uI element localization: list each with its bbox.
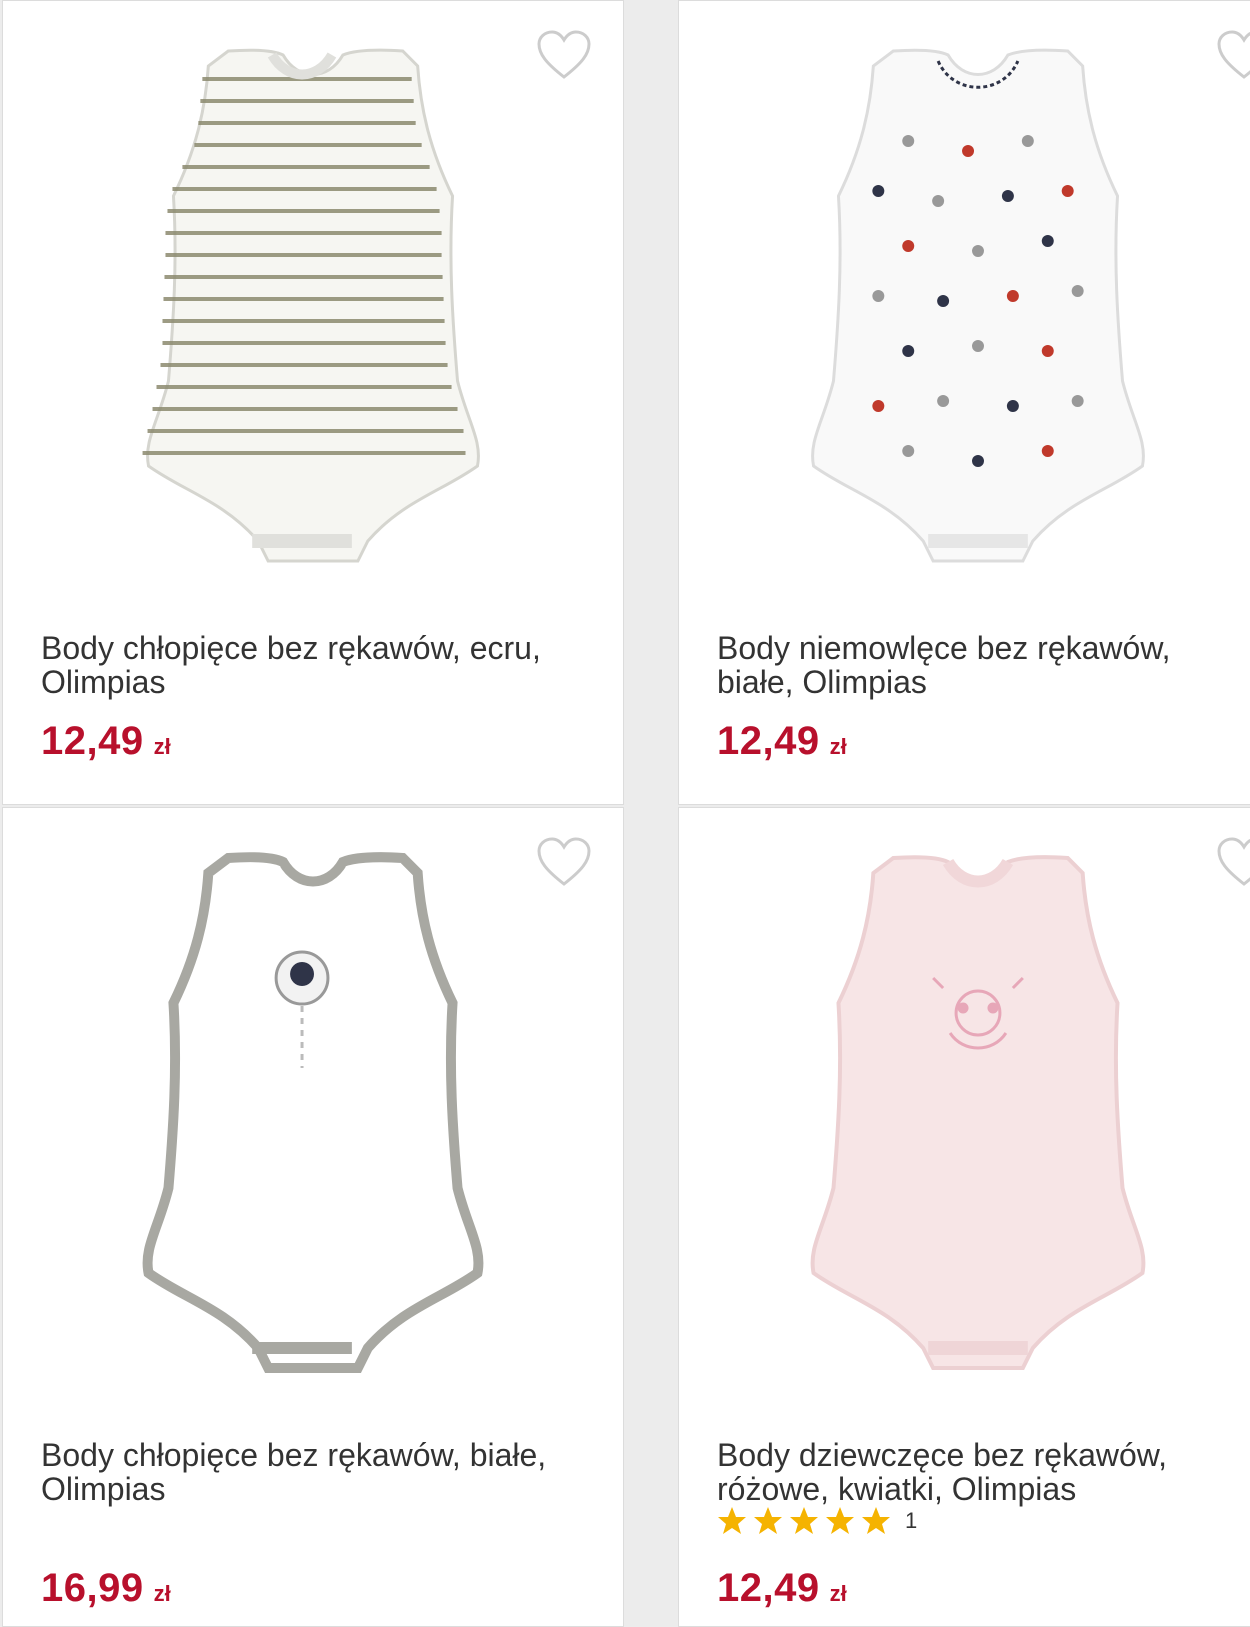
star-rating: 1 [717,1506,917,1536]
price-currency: zł [829,1581,847,1606]
product-card[interactable]: Body chłopięce bez rękawów, białe, Olimp… [2,807,624,1627]
product-image[interactable] [3,828,623,1418]
product-title[interactable]: Body niemowlęce bez rękawów, białe, Olim… [717,631,1247,699]
product-price: 12,49 zł [717,719,847,764]
price-currency: zł [829,734,847,759]
product-title[interactable]: Body dziewczęce bez rękawów, różowe, kwi… [717,1438,1247,1506]
product-price: 12,49 zł [41,719,171,764]
product-image[interactable] [3,21,623,611]
star-icon [754,1507,782,1534]
product-image[interactable] [679,21,1250,611]
rating-count: 1 [905,1508,918,1533]
product-image[interactable] [679,828,1250,1418]
price-currency: zł [153,1581,171,1606]
price-amount: 12,49 [717,719,820,763]
price-currency: zł [153,734,171,759]
price-amount: 16,99 [41,1566,144,1610]
star-icon [790,1507,818,1534]
product-price: 16,99 zł [41,1566,171,1611]
star-icon [862,1507,890,1534]
price-amount: 12,49 [41,719,144,763]
price-amount: 12,49 [717,1566,820,1610]
product-title[interactable]: Body chłopięce bez rękawów, białe, Olimp… [41,1438,593,1506]
product-card[interactable]: Body dziewczęce bez rękawów, różowe, kwi… [678,807,1250,1627]
star-icon [718,1507,746,1534]
product-card[interactable]: Body chłopięce bez rękawów, ecru, Olimpi… [2,0,624,805]
product-title[interactable]: Body chłopięce bez rękawów, ecru, Olimpi… [41,631,593,699]
product-price: 12,49 zł [717,1566,847,1611]
product-card[interactable]: Body niemowlęce bez rękawów, białe, Olim… [678,0,1250,805]
star-icon [826,1507,854,1534]
